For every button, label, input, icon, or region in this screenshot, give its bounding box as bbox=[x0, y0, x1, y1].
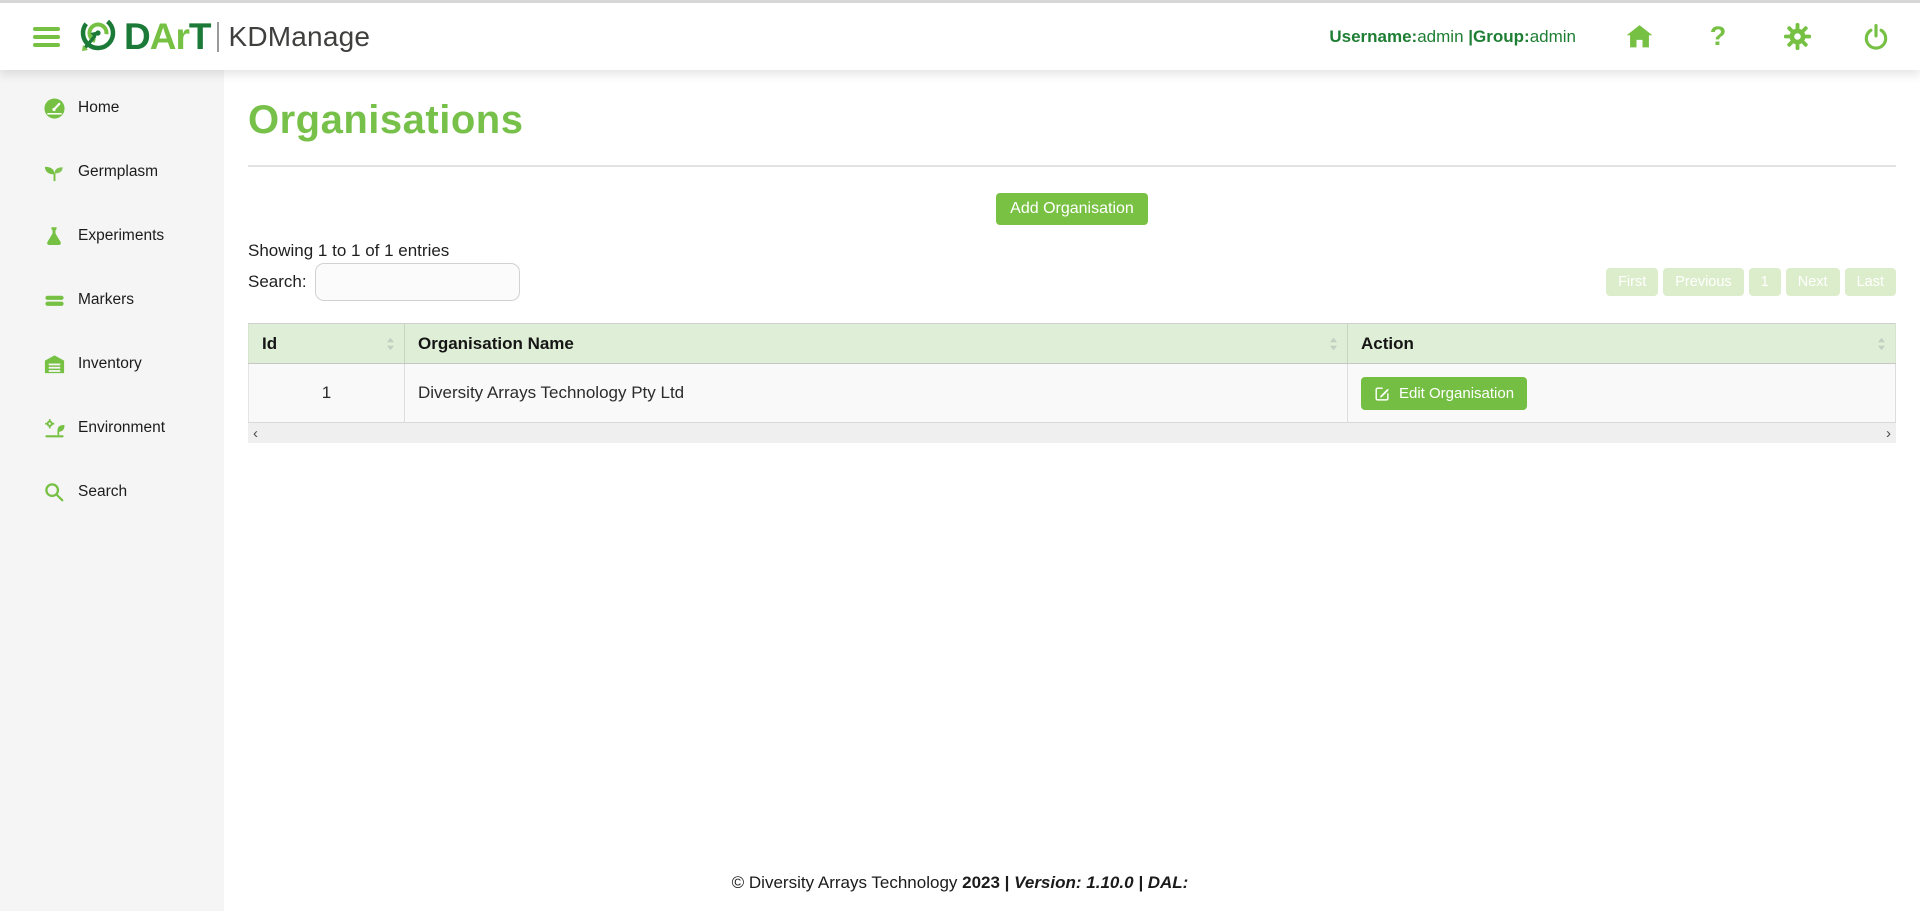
footer-copyright: © Diversity Arrays Technology bbox=[732, 873, 962, 892]
sidebar-nav: Home Germplasm Experiments bbox=[0, 70, 224, 911]
menu-icon[interactable] bbox=[33, 27, 60, 47]
column-header-action[interactable]: Action bbox=[1348, 324, 1896, 364]
sidebar-item-search[interactable]: Search bbox=[0, 460, 224, 524]
sort-icon bbox=[1328, 336, 1339, 352]
sidebar-item-label: Markers bbox=[78, 291, 134, 309]
markers-icon bbox=[42, 288, 66, 312]
table-row: 1 Diversity Arrays Technology Pty Ltd Ed… bbox=[249, 364, 1896, 423]
sidebar-item-label: Germplasm bbox=[78, 163, 158, 181]
sidebar-item-label: Home bbox=[78, 99, 119, 117]
footer-year: 2023 | bbox=[962, 873, 1014, 892]
page-title: Organisations bbox=[248, 98, 1896, 143]
environment-icon bbox=[42, 416, 66, 440]
sidebar-item-label: Experiments bbox=[78, 227, 164, 245]
main-content: Organisations Add Organisation Showing 1… bbox=[224, 70, 1920, 911]
dart-logo-icon[interactable] bbox=[76, 13, 118, 60]
pagination: First Previous 1 Next Last bbox=[1606, 268, 1896, 296]
sidebar-item-markers[interactable]: Markers bbox=[0, 268, 224, 332]
sort-icon bbox=[385, 336, 396, 352]
seedling-icon bbox=[42, 160, 66, 184]
help-icon[interactable]: ? bbox=[1702, 21, 1734, 53]
username-value: admin bbox=[1417, 27, 1463, 46]
edit-icon bbox=[1374, 385, 1391, 402]
sort-icon bbox=[1876, 336, 1887, 352]
app-header: DArT KDManage Username:admin |Group:admi… bbox=[0, 3, 1920, 70]
settings-icon[interactable] bbox=[1781, 21, 1813, 53]
organisations-table: Id Organisation Name bbox=[248, 323, 1896, 423]
sidebar-item-home[interactable]: Home bbox=[0, 76, 224, 140]
brand-dart-wordmark: DArT bbox=[124, 18, 210, 55]
edit-organisation-button[interactable]: Edit Organisation bbox=[1361, 377, 1527, 410]
sidebar-item-experiments[interactable]: Experiments bbox=[0, 204, 224, 268]
add-organisation-button[interactable]: Add Organisation bbox=[996, 193, 1148, 225]
dashboard-icon bbox=[42, 96, 66, 120]
group-label: |Group: bbox=[1468, 27, 1529, 46]
scroll-left-icon[interactable]: ‹ bbox=[253, 426, 258, 441]
sidebar-item-label: Inventory bbox=[78, 355, 142, 373]
search-input[interactable] bbox=[315, 263, 520, 301]
table-header-row: Id Organisation Name bbox=[249, 324, 1896, 364]
product-name: KDManage bbox=[228, 21, 370, 53]
search-icon bbox=[42, 480, 66, 504]
sidebar-item-label: Search bbox=[78, 483, 127, 501]
pagination-last-button[interactable]: Last bbox=[1845, 268, 1896, 296]
sidebar-item-environment[interactable]: Environment bbox=[0, 396, 224, 460]
pagination-first-button[interactable]: First bbox=[1606, 268, 1658, 296]
table-info-text: Showing 1 to 1 of 1 entries bbox=[248, 241, 1896, 261]
group-value: admin bbox=[1530, 27, 1576, 46]
column-header-organisation-name[interactable]: Organisation Name bbox=[405, 324, 1348, 364]
footer-version: Version: 1.10.0 | DAL: bbox=[1014, 873, 1188, 892]
pagination-page-button[interactable]: 1 bbox=[1749, 268, 1781, 296]
user-session-info: Username:admin |Group:admin bbox=[1329, 27, 1576, 47]
title-divider bbox=[248, 165, 1896, 167]
scroll-right-icon[interactable]: › bbox=[1886, 426, 1891, 441]
sidebar-item-germplasm[interactable]: Germplasm bbox=[0, 140, 224, 204]
username-label: Username: bbox=[1329, 27, 1417, 46]
search-label: Search: bbox=[248, 272, 307, 292]
cell-action: Edit Organisation bbox=[1348, 364, 1896, 423]
pagination-next-button[interactable]: Next bbox=[1786, 268, 1840, 296]
brand-divider bbox=[217, 22, 219, 52]
pagination-previous-button[interactable]: Previous bbox=[1663, 268, 1743, 296]
home-icon[interactable] bbox=[1623, 21, 1655, 53]
column-header-id[interactable]: Id bbox=[249, 324, 405, 364]
sidebar-item-inventory[interactable]: Inventory bbox=[0, 332, 224, 396]
power-icon[interactable] bbox=[1860, 21, 1892, 53]
cell-id: 1 bbox=[249, 364, 405, 423]
sidebar-item-label: Environment bbox=[78, 419, 165, 437]
cell-organisation-name: Diversity Arrays Technology Pty Ltd bbox=[405, 364, 1348, 423]
flask-icon bbox=[42, 224, 66, 248]
footer: © Diversity Arrays Technology 2023 | Ver… bbox=[0, 873, 1920, 893]
table-horizontal-scrollbar[interactable]: ‹ › bbox=[248, 423, 1896, 443]
warehouse-icon bbox=[42, 352, 66, 376]
